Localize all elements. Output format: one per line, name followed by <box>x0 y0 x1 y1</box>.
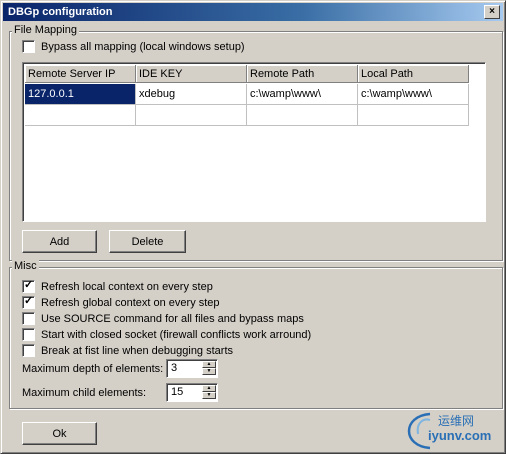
max-depth-value[interactable]: 3 <box>171 362 177 374</box>
table-cell[interactable]: xdebug <box>136 84 247 105</box>
close-button[interactable]: × <box>484 5 500 19</box>
column-header-remote-path[interactable]: Remote Path <box>247 65 358 83</box>
checkmark-icon: ✓ <box>24 295 34 307</box>
mapping-table[interactable]: Remote Server IP IDE KEY Remote Path Loc… <box>22 62 486 222</box>
watermark-url: iyunv.com <box>428 428 492 443</box>
table-row[interactable]: 127.0.0.1 xdebug c:\wamp\www\ c:\wamp\ww… <box>25 84 469 105</box>
closed-socket-checkbox[interactable] <box>22 328 35 341</box>
option-row[interactable]: Break at fist line when debugging starts <box>22 344 233 357</box>
table-cell[interactable] <box>25 105 136 126</box>
option-row[interactable]: ✓ Refresh local context on every step <box>22 279 213 293</box>
max-children-value[interactable]: 15 <box>171 386 183 398</box>
column-header-ide-key[interactable]: IDE KEY <box>136 65 247 83</box>
table-cell[interactable]: 127.0.0.1 <box>25 84 136 105</box>
close-icon: × <box>489 6 495 17</box>
table-cell[interactable]: c:\wamp\www\ <box>247 84 358 105</box>
use-source-checkbox[interactable] <box>22 312 35 325</box>
mapping-table-header: Remote Server IP IDE KEY Remote Path Loc… <box>25 65 469 84</box>
window-title: DBGp configuration <box>8 6 113 18</box>
misc-legend: Misc <box>12 260 39 272</box>
option-row[interactable]: Use SOURCE command for all files and byp… <box>22 312 304 325</box>
bypass-mapping-checkbox-row[interactable]: Bypass all mapping (local windows setup) <box>22 40 245 53</box>
column-header-remote-ip[interactable]: Remote Server IP <box>25 65 136 83</box>
spin-up-icon[interactable]: ▲ <box>202 361 216 368</box>
table-row[interactable] <box>25 105 469 126</box>
option-label: Refresh global context on every step <box>41 296 220 309</box>
checkmark-icon: ✓ <box>24 279 34 291</box>
bypass-mapping-label: Bypass all mapping (local windows setup) <box>41 40 245 53</box>
max-children-spinner[interactable]: 15 ▲ ▼ <box>166 383 218 402</box>
table-cell[interactable] <box>247 105 358 126</box>
option-row[interactable]: Start with closed socket (firewall confl… <box>22 328 311 341</box>
option-label: Break at fist line when debugging starts <box>41 344 234 357</box>
dialog-window: DBGp configuration × File Mapping Bypass… <box>0 0 506 454</box>
spin-down-icon[interactable]: ▼ <box>202 392 216 399</box>
refresh-local-checkbox[interactable]: ✓ <box>22 279 35 293</box>
max-depth-spinner[interactable]: 3 ▲ ▼ <box>166 359 218 378</box>
option-label: Start with closed socket (firewall confl… <box>41 328 312 341</box>
title-bar[interactable]: DBGp configuration × <box>3 3 503 21</box>
file-mapping-legend: File Mapping <box>12 24 79 36</box>
max-depth-label: Maximum depth of elements: <box>22 363 164 375</box>
break-first-line-checkbox[interactable] <box>22 344 35 357</box>
refresh-global-checkbox[interactable]: ✓ <box>22 295 35 309</box>
spin-down-icon[interactable]: ▼ <box>202 368 216 375</box>
delete-button[interactable]: Delete <box>109 230 186 253</box>
table-cell[interactable]: c:\wamp\www\ <box>358 84 469 105</box>
option-label: Use SOURCE command for all files and byp… <box>41 312 304 325</box>
max-children-label: Maximum child elements: <box>22 387 147 399</box>
column-header-local-path[interactable]: Local Path <box>358 65 469 83</box>
table-cell[interactable] <box>136 105 247 126</box>
option-row[interactable]: ✓ Refresh global context on every step <box>22 295 220 309</box>
add-button[interactable]: Add <box>22 230 97 253</box>
ok-button[interactable]: Ok <box>22 422 97 445</box>
watermark-text: 运维网 <box>438 414 475 428</box>
option-label: Refresh local context on every step <box>41 280 213 293</box>
bypass-mapping-checkbox[interactable] <box>22 40 35 53</box>
table-cell[interactable] <box>358 105 469 126</box>
spin-up-icon[interactable]: ▲ <box>202 385 216 392</box>
